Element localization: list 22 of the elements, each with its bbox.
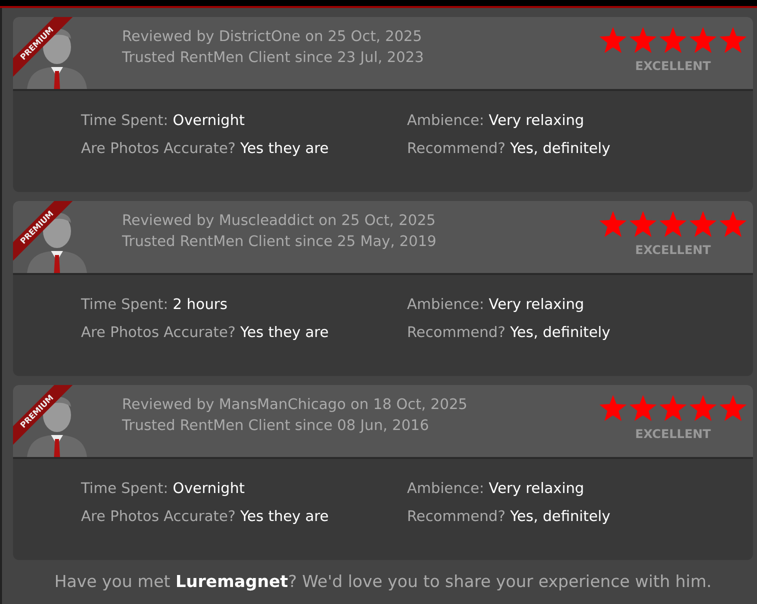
review-field: Time Spent: Overnight bbox=[81, 111, 407, 131]
client-since-text: Trusted RentMen Client since 08 Jun, 2016 bbox=[122, 417, 430, 436]
reviewer-text: Reviewed by DistrictOne on 25 Oct, 2025 bbox=[122, 28, 423, 47]
rating-label: EXCELLENT bbox=[635, 243, 711, 257]
review-field: Are Photos Accurate? Yes they are bbox=[81, 507, 407, 527]
review-field: Are Photos Accurate? Yes they are bbox=[81, 323, 407, 343]
client-since-text: Trusted RentMen Client since 23 Jul, 2023 bbox=[122, 49, 425, 68]
review-field: Time Spent: Overnight bbox=[81, 479, 407, 499]
review-field: Recommend? Yes, definitely bbox=[407, 507, 753, 527]
rating-label: EXCELLENT bbox=[635, 427, 711, 441]
rating-label: EXCELLENT bbox=[635, 59, 711, 73]
client-since-text: Trusted RentMen Client since 25 May, 2019 bbox=[122, 233, 438, 252]
review-field: Recommend? Yes, definitely bbox=[407, 323, 753, 343]
review-field: Ambience: Very relaxing bbox=[407, 111, 753, 131]
reviewer-text: Reviewed by MansManChicago on 18 Oct, 2025 bbox=[122, 396, 468, 415]
review-field: Ambience: Very relaxing bbox=[407, 295, 753, 315]
review-field: Are Photos Accurate? Yes they are bbox=[81, 139, 407, 159]
reviewer-text: Reviewed by Muscleaddict on 25 Oct, 2025 bbox=[122, 212, 437, 231]
review-field: Time Spent: 2 hours bbox=[81, 295, 407, 315]
review-field: Ambience: Very relaxing bbox=[407, 479, 753, 499]
footer-text: Have you met Luremagnet? We'd love you to share your experience with him. bbox=[53, 572, 713, 591]
review-field: Recommend? Yes, definitely bbox=[407, 139, 753, 159]
